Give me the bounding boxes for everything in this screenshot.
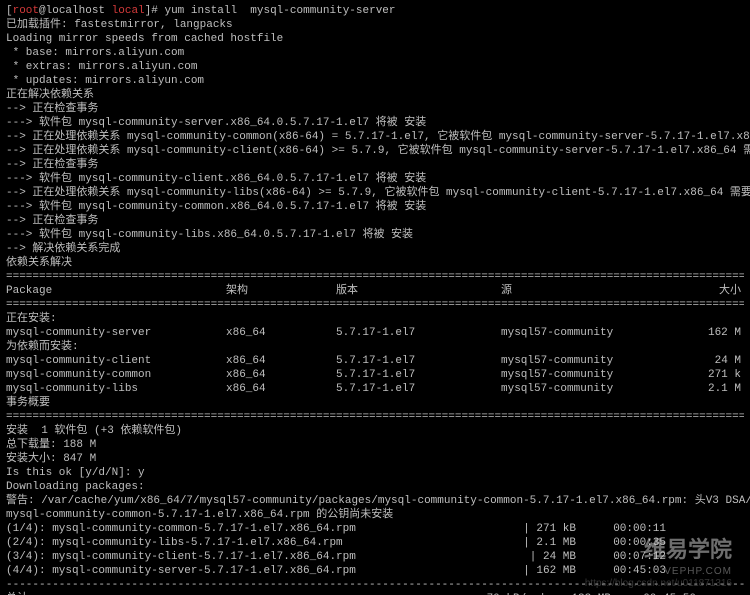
table-header: Package 架构 版本 源 大小 (6, 284, 744, 298)
output-line: ---> 软件包 mysql-community-libs.x86_64.0.5… (6, 228, 744, 242)
cell-size: 271 k (681, 368, 741, 382)
output-line: 安装 1 软件包 (+3 依赖软件包) (6, 424, 744, 438)
cell-pkg: mysql-community-server (6, 326, 226, 340)
cell-repo: mysql57-community (501, 382, 681, 396)
output-line: ---> 软件包 mysql-community-client.x86_64.0… (6, 172, 744, 186)
output-line: * updates: mirrors.aliyun.com (6, 74, 744, 88)
download-row: (2/4): mysql-community-libs-5.7.17-1.el7… (6, 536, 744, 550)
cell-size: 162 M (681, 326, 741, 340)
output-line: Loading mirror speeds from cached hostfi… (6, 32, 744, 46)
cell-pkg: mysql-community-libs (6, 382, 226, 396)
th-arch: 架构 (226, 284, 336, 298)
dl-name: (4/4): mysql-community-server-5.7.17-1.e… (6, 564, 496, 578)
download-row: (1/4): mysql-community-common-5.7.17-1.e… (6, 522, 744, 536)
th-repo: 源 (501, 284, 681, 298)
table-row: mysql-community-libsx86_645.7.17-1.el7my… (6, 382, 744, 396)
rule: ========================================… (6, 270, 744, 284)
flag: local (105, 5, 145, 17)
output-line: * extras: mirrors.aliyun.com (6, 60, 744, 74)
output-line: --> 正在检查事务 (6, 214, 744, 228)
dl-size: | 24 MB (496, 550, 576, 564)
gpg-warning: 警告: /var/cache/yum/x86_64/7/mysql57-comm… (6, 494, 744, 508)
cell-arch: x86_64 (226, 382, 336, 396)
output-line: 总下载量: 188 M (6, 438, 744, 452)
pubkey-line: mysql-community-common-5.7.17-1.el7.x86_… (6, 508, 744, 522)
table-row: mysql-community-clientx86_645.7.17-1.el7… (6, 354, 744, 368)
output-line: --> 正在处理依赖关系 mysql-community-libs(x86-64… (6, 186, 744, 200)
output-line: * base: mirrors.aliyun.com (6, 46, 744, 60)
output-line: 依赖关系解决 (6, 256, 744, 270)
yum-output-pre: 已加载插件: fastestmirror, langpacksLoading m… (6, 18, 744, 270)
dl-name: (1/4): mysql-community-common-5.7.17-1.e… (6, 522, 496, 536)
host: localhost (46, 5, 105, 17)
output-line: Is this ok [y/d/N]: y (6, 466, 744, 480)
table-row: mysql-community-commonx86_645.7.17-1.el7… (6, 368, 744, 382)
cell-repo: mysql57-community (501, 368, 681, 382)
cell-ver: 5.7.17-1.el7 (336, 368, 501, 382)
cell-ver: 5.7.17-1.el7 (336, 326, 501, 340)
output-line: 事务概要 (6, 396, 744, 410)
cell-pkg: mysql-community-common (6, 368, 226, 382)
dl-size: | 2.1 MB (496, 536, 576, 550)
rows-deps: mysql-community-clientx86_645.7.17-1.el7… (6, 354, 744, 396)
output-line: 安装大小: 847 M (6, 452, 744, 466)
cell-arch: x86_64 (226, 326, 336, 340)
th-package: Package (6, 284, 226, 298)
cell-ver: 5.7.17-1.el7 (336, 354, 501, 368)
output-line: --> 解决依赖关系完成 (6, 242, 744, 256)
th-size: 大小 (681, 284, 741, 298)
yum-output-mid: 事务概要 (6, 396, 744, 410)
cell-repo: mysql57-community (501, 354, 681, 368)
section-deps: 为依赖而安装: (6, 340, 744, 354)
user: root (13, 5, 39, 17)
rule: ========================================… (6, 410, 744, 424)
cell-size: 24 M (681, 354, 741, 368)
output-line: --> 正在处理依赖关系 mysql-community-client(x86-… (6, 144, 744, 158)
credit-line: https://blog.csdn.net/u011871316 (585, 577, 732, 591)
cell-pkg: mysql-community-client (6, 354, 226, 368)
download-list: (1/4): mysql-community-common-5.7.17-1.e… (6, 522, 744, 578)
terminal[interactable]: [root@localhost local]# yum install mysq… (0, 0, 750, 595)
output-line: 已加载插件: fastestmirror, langpacks (6, 18, 744, 32)
output-line: --> 正在检查事务 (6, 102, 744, 116)
watermark-brand: 维易学院 (644, 537, 732, 562)
rows-install: mysql-community-serverx86_645.7.17-1.el7… (6, 326, 744, 340)
prompt-line[interactable]: [root@localhost local]# yum install mysq… (6, 4, 744, 18)
dl-size: | 162 MB (496, 564, 576, 578)
table-row: mysql-community-serverx86_645.7.17-1.el7… (6, 326, 744, 340)
output-line: Downloading packages: (6, 480, 744, 494)
output-line: --> 正在处理依赖关系 mysql-community-common(x86-… (6, 130, 744, 144)
cell-arch: x86_64 (226, 368, 336, 382)
output-line: --> 正在检查事务 (6, 158, 744, 172)
cell-size: 2.1 M (681, 382, 741, 396)
cell-arch: x86_64 (226, 354, 336, 368)
download-row: (4/4): mysql-community-server-5.7.17-1.e… (6, 564, 744, 578)
dl-name: (3/4): mysql-community-client-5.7.17-1.e… (6, 550, 496, 564)
yum-output-mid2: 安装 1 软件包 (+3 依赖软件包)总下载量: 188 M安装大小: 847 … (6, 424, 744, 494)
dl-size: | 271 kB (496, 522, 576, 536)
output-line: 正在解决依赖关系 (6, 88, 744, 102)
rule: ========================================… (6, 298, 744, 312)
output-line: ---> 软件包 mysql-community-common.x86_64.0… (6, 200, 744, 214)
output-line: ---> 软件包 mysql-community-server.x86_64.0… (6, 116, 744, 130)
command: yum install mysql-community-server (164, 5, 395, 17)
cell-repo: mysql57-community (501, 326, 681, 340)
cell-ver: 5.7.17-1.el7 (336, 382, 501, 396)
download-row: (3/4): mysql-community-client-5.7.17-1.e… (6, 550, 744, 564)
dl-name: (2/4): mysql-community-libs-5.7.17-1.el7… (6, 536, 496, 550)
th-version: 版本 (336, 284, 501, 298)
dl-time: 00:00:11 (576, 522, 666, 536)
section-install: 正在安装: (6, 312, 744, 326)
